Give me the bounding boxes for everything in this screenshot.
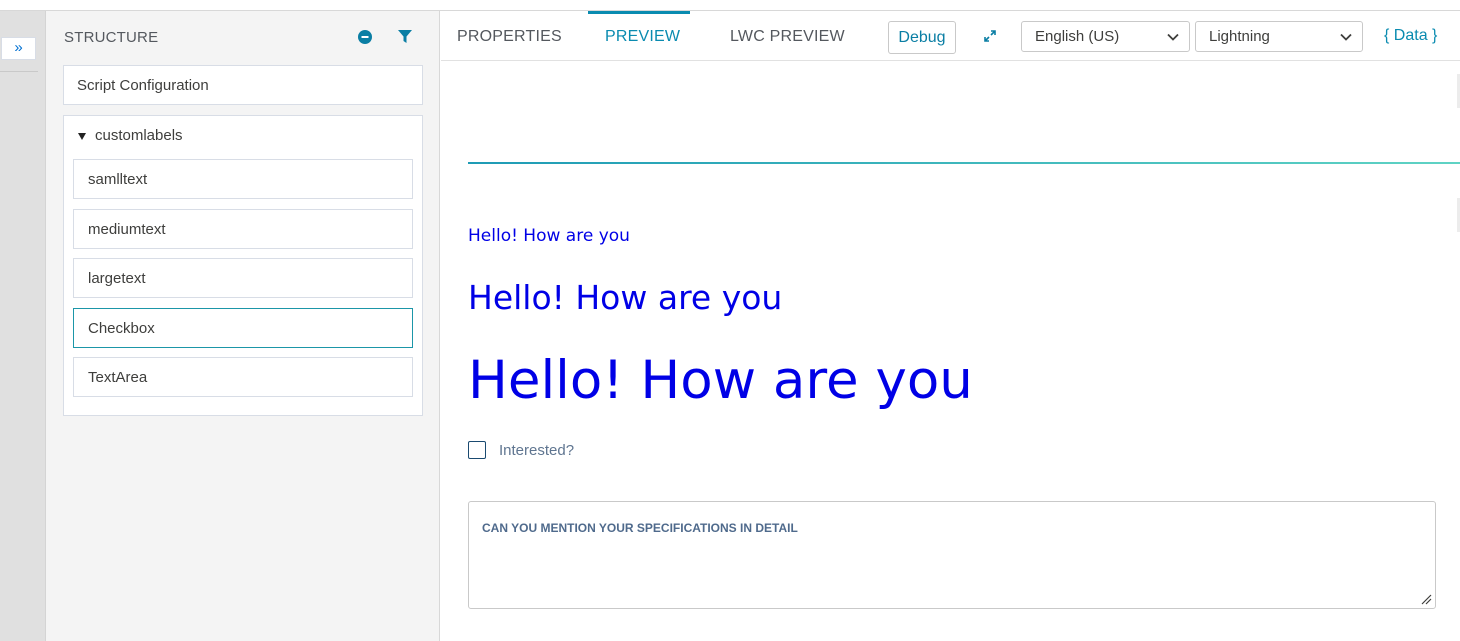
interested-checkbox-label: Interested? (499, 441, 575, 459)
structure-item-samlltext[interactable]: samlltext (73, 159, 413, 199)
top-bar (0, 0, 1460, 11)
preview-pane: Hello! How are you Hello! How are you He… (441, 62, 1460, 641)
interested-checkbox-row[interactable]: Interested? (468, 441, 574, 459)
preview-toolbar: PROPERTIES PREVIEW LWC PREVIEW Debug Eng… (441, 11, 1460, 61)
structure-item-textarea[interactable]: TextArea (73, 357, 413, 397)
caret-down-icon (78, 132, 86, 140)
resize-grip-icon[interactable] (1420, 593, 1432, 605)
filter-icon[interactable] (398, 30, 412, 44)
language-select[interactable]: English (US) (1021, 21, 1190, 52)
structure-panel: STRUCTURE Script Configuration customlab… (46, 11, 440, 641)
chevron-down-icon (1167, 33, 1179, 41)
tab-preview[interactable]: PREVIEW (605, 28, 680, 46)
interested-checkbox[interactable] (468, 441, 486, 459)
expand-panel-button[interactable]: » (1, 37, 36, 60)
header-divider (468, 162, 1460, 164)
medium-text-label: Hello! How are you (468, 278, 783, 317)
language-select-value: English (US) (1035, 28, 1120, 45)
customlabels-group: customlabels samlltext mediumtext larget… (63, 115, 423, 416)
customlabels-toggle[interactable]: customlabels (78, 127, 183, 144)
structure-item-largetext[interactable]: largetext (73, 258, 413, 298)
structure-item-checkbox[interactable]: Checkbox (73, 308, 413, 348)
minus-circle-icon[interactable] (358, 30, 372, 44)
left-rail: » (0, 11, 46, 641)
rail-divider (0, 71, 38, 72)
tab-lwc-preview[interactable]: LWC PREVIEW (730, 28, 845, 46)
customlabels-label: customlabels (95, 127, 183, 144)
expand-arrows-icon[interactable] (983, 29, 997, 43)
structure-title: STRUCTURE (64, 29, 159, 46)
chevron-down-icon (1340, 33, 1352, 41)
large-text-label: Hello! How are you (468, 350, 973, 411)
theme-select[interactable]: Lightning (1195, 21, 1363, 52)
data-json-link[interactable]: { Data } (1384, 27, 1437, 45)
active-tab-indicator (588, 11, 690, 14)
tab-properties[interactable]: PROPERTIES (457, 28, 562, 46)
debug-button[interactable]: Debug (888, 21, 956, 54)
structure-item-mediumtext[interactable]: mediumtext (73, 209, 413, 249)
specifications-textarea[interactable]: CAN YOU MENTION YOUR SPECIFICATIONS IN D… (468, 501, 1436, 609)
script-configuration-item[interactable]: Script Configuration (63, 65, 423, 105)
specifications-textarea-label: CAN YOU MENTION YOUR SPECIFICATIONS IN D… (482, 521, 798, 535)
small-text-label: Hello! How are you (468, 226, 630, 246)
theme-select-value: Lightning (1209, 28, 1270, 45)
